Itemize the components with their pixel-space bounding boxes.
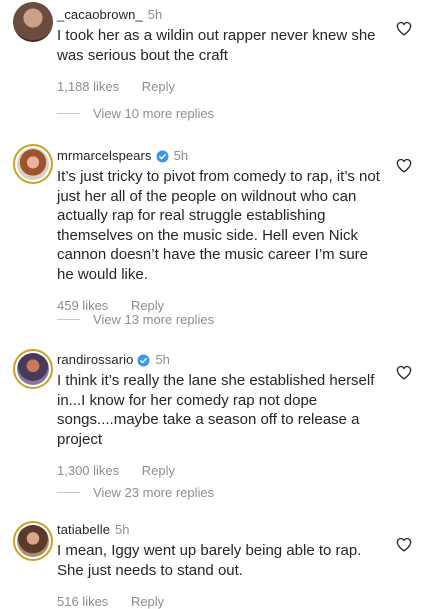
comment-time: 5h (115, 522, 130, 537)
divider-line (57, 113, 80, 114)
comment-time: 5h (155, 352, 170, 367)
view-more-replies[interactable]: View 23 more replies (57, 485, 214, 500)
verified-badge-icon (156, 150, 169, 162)
comment-text: It’s just tricky to pivot from comedy to… (57, 168, 380, 283)
likes-count[interactable]: 459 likes (57, 298, 108, 313)
comment-text: I mean, Iggy went up barely being able t… (57, 542, 362, 579)
view-more-replies[interactable]: View 13 more replies (57, 312, 214, 327)
reply-button[interactable]: Reply (142, 79, 175, 94)
view-more-replies-label[interactable]: View 13 more replies (93, 312, 214, 327)
avatar[interactable] (13, 521, 53, 561)
heart-icon[interactable] (396, 365, 412, 380)
comment-username[interactable]: _cacaobrown_ (57, 7, 143, 23)
comment-time: 5h (147, 7, 163, 22)
verified-badge-icon (137, 354, 150, 366)
comment-text: I took her as a wildin out rapper never … (57, 27, 376, 64)
avatar[interactable] (13, 349, 53, 389)
heart-icon[interactable] (396, 21, 412, 36)
reply-button[interactable]: Reply (131, 594, 164, 609)
view-more-replies-label[interactable]: View 23 more replies (93, 485, 214, 500)
comment-time: 5h (173, 148, 189, 163)
comment-username[interactable]: tatiabelle (57, 522, 110, 538)
likes-count[interactable]: 1,188 likes (57, 79, 119, 94)
reply-button[interactable]: Reply (131, 298, 164, 313)
view-more-replies-label[interactable]: View 10 more replies (93, 106, 214, 121)
heart-icon[interactable] (396, 158, 412, 173)
likes-count[interactable]: 1,300 likes (57, 463, 119, 478)
reply-button[interactable]: Reply (142, 463, 175, 478)
view-more-replies[interactable]: View 10 more replies (57, 106, 214, 121)
avatar[interactable] (13, 144, 53, 184)
likes-count[interactable]: 516 likes (57, 594, 108, 609)
comment-username[interactable]: mrmarcelspears (57, 148, 152, 164)
avatar[interactable] (13, 2, 53, 42)
divider-line (57, 319, 80, 320)
divider-line (57, 492, 80, 493)
heart-icon[interactable] (396, 537, 412, 552)
comment-username[interactable]: randirossario (57, 352, 133, 368)
comment-text: I think it’s really the lane she establi… (57, 372, 375, 448)
